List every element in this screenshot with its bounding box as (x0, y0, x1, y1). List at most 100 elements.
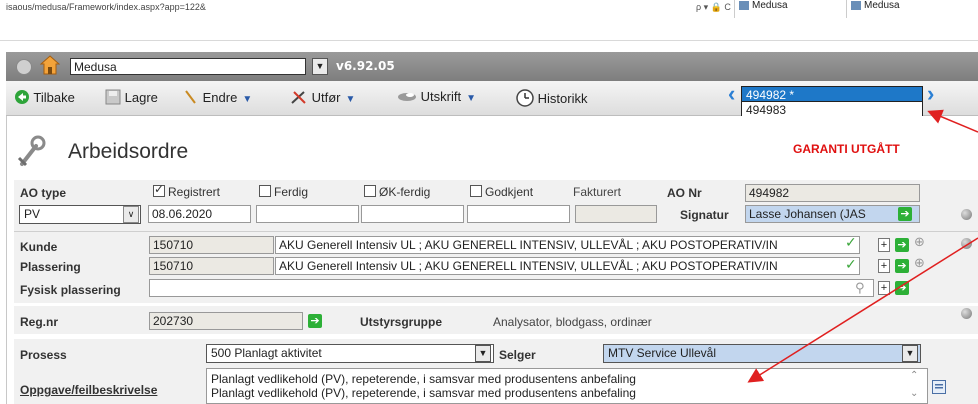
next-record-arrow-icon[interactable]: › (927, 81, 934, 107)
browser-tab-2[interactable]: Medusa (846, 0, 951, 18)
checkmark-icon: ✓ (845, 256, 857, 272)
status-ferdig[interactable]: Ferdig (259, 185, 308, 199)
oppgave-line: Planlagt vedlikehold (PV), repeterende, … (211, 386, 636, 400)
back-arrow-icon (14, 89, 30, 108)
plus-icon[interactable]: + (878, 259, 890, 273)
chevron-down-icon[interactable]: ▼ (475, 345, 491, 362)
app-version: v6.92.05 (336, 59, 395, 73)
info-ball-icon[interactable] (961, 238, 972, 249)
go-arrow-icon[interactable]: ➔ (898, 207, 912, 221)
signatur-field[interactable]: Lasse Johansen (JAS (745, 205, 920, 223)
tab-title: Medusa (752, 0, 788, 11)
history-label: Historikk (537, 90, 588, 106)
oppgave-line: Planlagt vedlikehold (PV), repeterende, … (211, 372, 636, 386)
browser-tab-1[interactable]: Medusa (734, 0, 851, 18)
selger-label: Selger (499, 348, 536, 362)
chevron-down-icon[interactable]: ∨ (123, 206, 139, 223)
back-button[interactable]: Tilbake (14, 89, 75, 108)
signatur-label: Signatur (680, 208, 729, 222)
home-icon[interactable] (39, 55, 61, 75)
zoom-icon[interactable]: ⊕ (914, 255, 925, 271)
fysisk-plassering-field[interactable] (149, 279, 874, 297)
status-registrert[interactable]: Registrert (153, 182, 221, 199)
status-label: Godkjent (485, 185, 534, 199)
warranty-status: GARANTI UTGÅTT (793, 142, 900, 156)
app-selector[interactable]: Medusa (70, 58, 306, 75)
go-arrow-icon[interactable]: ➔ (308, 314, 322, 328)
search-icon[interactable]: ⚲ (855, 280, 865, 296)
registrert-date-field[interactable]: 08.06.2020 (148, 205, 251, 223)
fysisk-plassering-label: Fysisk plassering (20, 283, 121, 297)
edit-note-icon[interactable] (932, 380, 946, 397)
clock-icon (516, 89, 534, 110)
scroll-down-icon[interactable]: ⌄ (910, 388, 918, 399)
browser-chrome: isaous/medusa/Framework/index.aspx?app=1… (0, 0, 978, 41)
ferdig-date-field[interactable] (256, 205, 359, 223)
execute-label: Utfør (311, 89, 341, 105)
status-godkjent[interactable]: Godkjent (470, 185, 533, 199)
back-label: Tilbake (33, 89, 75, 105)
address-bar-url[interactable]: isaous/medusa/Framework/index.aspx?app=1… (6, 2, 206, 12)
zoom-icon[interactable]: ⊕ (914, 234, 925, 250)
oppgave-label[interactable]: Oppgave/feilbeskrivelse (20, 383, 157, 397)
checkmark-icon: ✓ (845, 234, 857, 250)
chevron-down-icon: ▼ (242, 93, 253, 105)
selger-select[interactable]: MTV Service Ullevål (603, 344, 921, 363)
go-arrow-icon[interactable]: ➔ (895, 281, 909, 295)
edit-button[interactable]: Endre ▼ (183, 89, 252, 108)
ok-ferdig-date-field[interactable] (361, 205, 464, 223)
ao-nr-label: AO Nr (667, 186, 702, 200)
execute-button[interactable]: Utfør ▼ (290, 89, 355, 108)
save-button[interactable]: Lagre (105, 89, 158, 108)
previous-record-arrow-icon[interactable]: ‹ (728, 81, 735, 107)
record-option-selected[interactable]: 494982 * (741, 86, 923, 102)
chevron-down-icon: ▼ (345, 93, 356, 105)
status-label: Ferdig (274, 185, 309, 199)
utstyrsgruppe-label: Utstyrsgruppe (360, 315, 443, 329)
go-arrow-icon[interactable]: ➔ (895, 259, 909, 273)
tab-title: Medusa (864, 0, 900, 11)
info-ball-icon[interactable] (961, 308, 972, 319)
floppy-icon (105, 89, 121, 108)
status-ok-ferdig[interactable]: ØK-ferdig (364, 185, 430, 199)
plus-icon[interactable]: + (878, 238, 890, 252)
oppgave-textarea[interactable]: Planlagt vedlikehold (PV), repeterende, … (206, 368, 928, 404)
kunde-label: Kunde (20, 240, 58, 254)
plassering-code-field[interactable]: 150710 (149, 257, 274, 275)
print-label: Utskrift (420, 89, 462, 104)
page-icon (851, 0, 861, 10)
chevron-down-icon[interactable]: ▼ (312, 58, 328, 75)
kunde-code-field[interactable]: 150710 (149, 236, 274, 254)
chevron-down-icon[interactable]: ▼ (902, 345, 918, 362)
tools-icon (290, 89, 308, 108)
status-fakturert: Fakturert (573, 185, 622, 199)
browser-controls[interactable]: ρ ▾ 🔒 C (696, 2, 731, 13)
divider (14, 231, 978, 232)
checkbox[interactable] (364, 185, 376, 197)
checkbox[interactable] (470, 185, 482, 197)
scroll-up-icon[interactable]: ⌃ (910, 370, 918, 381)
regnr-field[interactable]: 202730 (149, 312, 303, 330)
back-circle-icon[interactable] (16, 59, 32, 75)
print-button[interactable]: Utskrift ▼ (397, 89, 476, 106)
godkjent-date-field[interactable] (467, 205, 570, 223)
pencil-icon (183, 89, 199, 108)
history-button[interactable]: Historikk (516, 89, 587, 110)
ao-nr-field: 494982 (745, 184, 920, 202)
fakturert-date-field (575, 205, 657, 223)
checkbox[interactable] (259, 185, 271, 197)
regnr-label: Reg.nr (20, 315, 59, 329)
utstyrsgruppe-value: Analysator, blodgass, ordinær (493, 315, 652, 329)
prosess-label: Prosess (20, 348, 67, 362)
plus-icon[interactable]: + (878, 281, 890, 295)
page-icon (739, 0, 749, 10)
prosess-select[interactable]: 500 Planlagt aktivitet (206, 344, 494, 363)
plassering-label: Plassering (20, 260, 81, 274)
chevron-down-icon: ▼ (466, 93, 476, 104)
kunde-name-field[interactable]: AKU Generell Intensiv UL ; AKU GENERELL … (275, 236, 860, 254)
status-label: Registrert (168, 185, 221, 199)
checkbox-checked[interactable] (153, 182, 165, 197)
go-arrow-icon[interactable]: ➔ (895, 238, 909, 252)
info-ball-icon[interactable] (961, 209, 972, 220)
plassering-name-field[interactable]: AKU Generell Intensiv UL ; AKU GENERELL … (275, 257, 860, 275)
